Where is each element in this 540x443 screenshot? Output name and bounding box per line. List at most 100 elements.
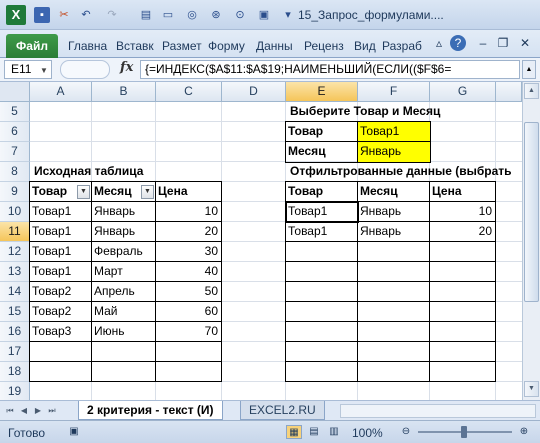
row-header-13[interactable]: 13 [0, 262, 30, 282]
source-cell[interactable]: Товар3 [30, 322, 92, 342]
column-header-b[interactable]: B [92, 82, 156, 102]
preview-icon[interactable]: ◎ [184, 7, 200, 23]
row-header-11[interactable]: 11 [0, 222, 30, 242]
scissors-icon[interactable]: ✂ [56, 7, 72, 23]
row-header-5[interactable]: 5 [0, 102, 30, 122]
worksheet-grid[interactable]: A B C D E F G 5 6 7 8 9 10 11 12 13 14 1… [0, 82, 522, 400]
row-header-14[interactable]: 14 [0, 282, 30, 302]
tab-file[interactable]: Файл [6, 34, 58, 58]
column-header-e[interactable]: E [286, 82, 358, 102]
filter-dropdown-icon[interactable]: ▼ [77, 185, 90, 199]
tab-view[interactable]: Вид [354, 39, 376, 53]
sheet-tab-active[interactable]: 2 критерия - текст (И) [78, 401, 223, 420]
tab-insert[interactable]: Вставк [116, 39, 154, 53]
source-cell[interactable]: 70 [156, 322, 222, 342]
print-icon[interactable]: ▭ [160, 7, 176, 23]
last-sheet-icon[interactable]: ⏭ [46, 404, 58, 417]
zoom-slider-knob[interactable] [461, 426, 467, 438]
source-cell[interactable]: Товар2 [30, 302, 92, 322]
tab-page-layout[interactable]: Размет [162, 39, 202, 53]
filtered-cell[interactable]: 20 [430, 222, 496, 242]
selector-product-value[interactable]: Товар1 [358, 122, 430, 142]
source-cell[interactable]: Товар1 [30, 262, 92, 282]
column-header-a[interactable]: A [30, 82, 92, 102]
column-header-d[interactable]: D [222, 82, 286, 102]
filtered-cell[interactable]: Товар1 [286, 222, 358, 242]
source-cell[interactable]: Февраль [92, 242, 156, 262]
column-header-g[interactable]: G [430, 82, 496, 102]
formula-input[interactable]: {=ИНДЕКС($A$11:$A$19;НАИМЕНЬШИЙ(ЕСЛИ(($F… [140, 60, 520, 79]
row-header-18[interactable]: 18 [0, 362, 30, 382]
zoom-out-icon[interactable]: ⊖ [398, 425, 414, 439]
name-box-dropdown-icon[interactable]: ▼ [40, 66, 48, 75]
filtered-cell[interactable]: Январь [358, 202, 430, 222]
select-all-corner[interactable] [0, 82, 30, 102]
zoom-in-icon[interactable]: ⊕ [516, 425, 532, 439]
tab-review[interactable]: Реценз [304, 39, 344, 53]
row-header-6[interactable]: 6 [0, 122, 30, 142]
source-cell[interactable]: Товар1 [30, 242, 92, 262]
expand-formula-bar-icon[interactable]: ▲ [522, 60, 536, 79]
save-icon[interactable]: ▪ [34, 7, 50, 23]
page-layout-view-icon[interactable]: ▤ [306, 425, 322, 439]
close-window-icon[interactable]: ✕ [516, 34, 534, 52]
source-cell[interactable]: 20 [156, 222, 222, 242]
source-cell[interactable]: Март [92, 262, 156, 282]
first-sheet-icon[interactable]: ⏮ [4, 404, 16, 417]
filtered-cell[interactable]: Январь [358, 222, 430, 242]
tab-data[interactable]: Данны [256, 39, 293, 53]
tab-formulas[interactable]: Форму [208, 39, 245, 53]
source-cell[interactable]: Апрель [92, 282, 156, 302]
source-cell[interactable]: 40 [156, 262, 222, 282]
source-cell[interactable]: Товар2 [30, 282, 92, 302]
scroll-down-icon[interactable]: ▼ [524, 381, 539, 397]
scroll-up-icon[interactable]: ▲ [524, 83, 539, 99]
tab-developer[interactable]: Разраб [382, 39, 422, 53]
undo-icon[interactable]: ↶ [78, 7, 94, 23]
page-break-view-icon[interactable]: ▥ [326, 425, 342, 439]
row-header-8[interactable]: 8 [0, 162, 30, 182]
macro-icon[interactable]: ⊙ [232, 7, 248, 23]
row-header-9[interactable]: 9 [0, 182, 30, 202]
paste-icon[interactable]: ▤ [138, 7, 154, 23]
source-cell[interactable]: Товар1 [30, 202, 92, 222]
source-cell[interactable]: Май [92, 302, 156, 322]
column-header-f[interactable]: F [358, 82, 430, 102]
source-cell[interactable]: Январь [92, 202, 156, 222]
zoom-level[interactable]: 100% [352, 426, 383, 440]
insert-function-icon[interactable]: fx [120, 60, 133, 75]
row-header-7[interactable]: 7 [0, 142, 30, 162]
prev-sheet-icon[interactable]: ◀ [18, 404, 30, 417]
excel-logo-icon[interactable]: X [6, 5, 26, 25]
source-cell[interactable]: 30 [156, 242, 222, 262]
column-header-c[interactable]: C [156, 82, 222, 102]
column-header-h[interactable] [496, 82, 522, 102]
source-cell[interactable]: Товар1 [30, 222, 92, 242]
normal-view-icon[interactable]: ▦ [286, 425, 302, 439]
restore-window-icon[interactable]: ❐ [494, 34, 512, 52]
form-icon[interactable]: ▣ [256, 7, 272, 23]
source-cell[interactable]: 10 [156, 202, 222, 222]
row-header-16[interactable]: 16 [0, 322, 30, 342]
macro-record-icon[interactable]: ▣ [66, 425, 82, 439]
source-cell[interactable]: 60 [156, 302, 222, 322]
recalc-icon[interactable]: ⊛ [208, 7, 224, 23]
row-header-19[interactable]: 19 [0, 382, 30, 400]
minimize-window-icon[interactable]: – [474, 34, 492, 52]
next-sheet-icon[interactable]: ▶ [32, 404, 44, 417]
horizontal-scrollbar[interactable] [340, 404, 536, 418]
source-cell[interactable]: Январь [92, 222, 156, 242]
redo-icon[interactable]: ↷ [104, 7, 120, 23]
sheet-tab-excel2[interactable]: EXCEL2.RU [240, 401, 325, 420]
row-header-17[interactable]: 17 [0, 342, 30, 362]
source-cell[interactable]: Июнь [92, 322, 156, 342]
active-cell-cursor[interactable] [285, 201, 359, 223]
vertical-scrollbar[interactable]: ▲ ▼ [522, 82, 540, 400]
source-cell[interactable]: 50 [156, 282, 222, 302]
selector-month-value[interactable]: Январь [358, 142, 430, 162]
tab-home[interactable]: Главна [68, 39, 107, 53]
minimize-ribbon-icon[interactable]: ▵ [430, 34, 448, 52]
scroll-thumb[interactable] [524, 122, 539, 302]
row-header-15[interactable]: 15 [0, 302, 30, 322]
help-icon[interactable]: ? [450, 35, 466, 51]
